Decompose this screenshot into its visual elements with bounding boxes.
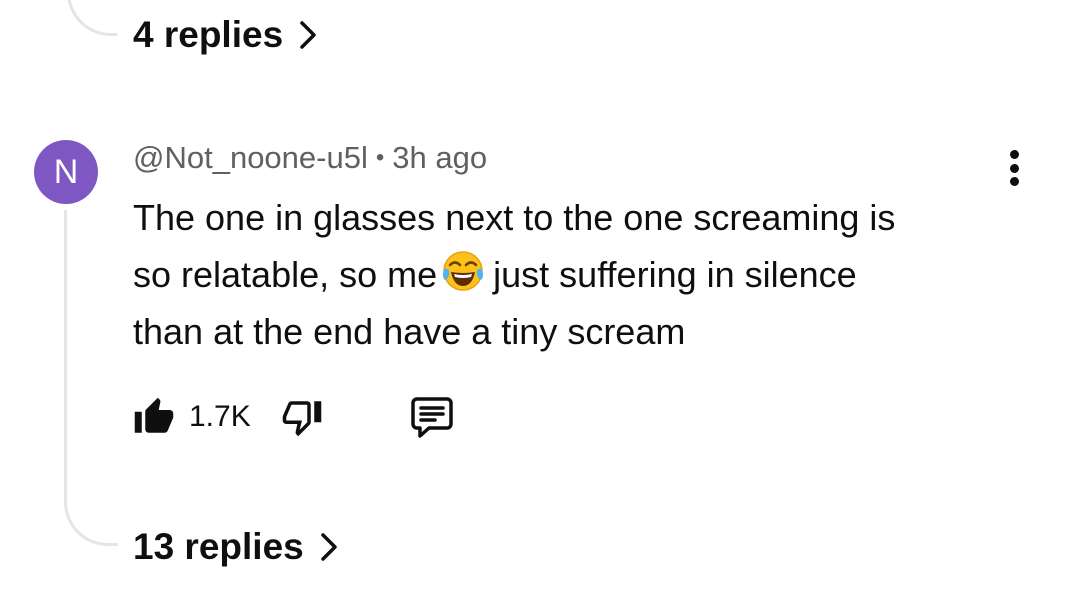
chevron-right-icon bbox=[300, 21, 316, 49]
comment-line: than at the end have a tiny scream bbox=[133, 311, 686, 352]
meta-separator: • bbox=[375, 144, 385, 171]
thumbs-up-filled-icon bbox=[134, 397, 174, 433]
like-count: 1.7K bbox=[189, 400, 251, 433]
comment-thread: 4 replies N @Not_noone-u5l • 3h ago The … bbox=[0, 0, 1080, 611]
face-with-tears-of-joy-icon bbox=[443, 251, 484, 291]
like-button[interactable] bbox=[133, 396, 175, 438]
replies-count-label: 4 replies bbox=[133, 14, 284, 55]
comment-text-segment: so relatable, so me bbox=[133, 254, 438, 295]
avatar[interactable]: N bbox=[34, 140, 98, 204]
comment-text-segment: just suffering in silence bbox=[493, 254, 857, 295]
comment-timestamp: 3h ago bbox=[392, 140, 488, 175]
thumbs-down-outline-icon bbox=[282, 401, 321, 437]
comment-body: The one in glasses next to the one screa… bbox=[133, 189, 1013, 360]
view-replies-button[interactable]: 13 replies bbox=[133, 526, 340, 568]
comment-meta: @Not_noone-u5l • 3h ago bbox=[133, 140, 487, 176]
comment-actions: 1.7K bbox=[133, 392, 455, 442]
comment-line: The one in glasses next to the one screa… bbox=[133, 197, 896, 238]
chevron-right-icon bbox=[320, 533, 337, 561]
more-vertical-icon-dot bbox=[1009, 163, 1019, 173]
thread-connector-main bbox=[64, 210, 118, 546]
replies-count-label: 13 replies bbox=[133, 526, 304, 567]
comment-reply-icon bbox=[410, 397, 453, 438]
more-vertical-icon-dot bbox=[1009, 177, 1019, 186]
more-vertical-icon-dot bbox=[1009, 150, 1019, 159]
reply-button[interactable] bbox=[409, 394, 455, 440]
thread-connector-top bbox=[67, 0, 117, 36]
more-options-button[interactable] bbox=[996, 150, 1032, 186]
author-handle[interactable]: @Not_noone-u5l bbox=[133, 140, 368, 176]
avatar-letter: N bbox=[53, 152, 79, 191]
view-replies-button-previous[interactable]: 4 replies bbox=[133, 14, 319, 56]
comment-line: so relatable, so me just suffering in si… bbox=[133, 246, 1013, 303]
dislike-button[interactable] bbox=[281, 396, 323, 438]
